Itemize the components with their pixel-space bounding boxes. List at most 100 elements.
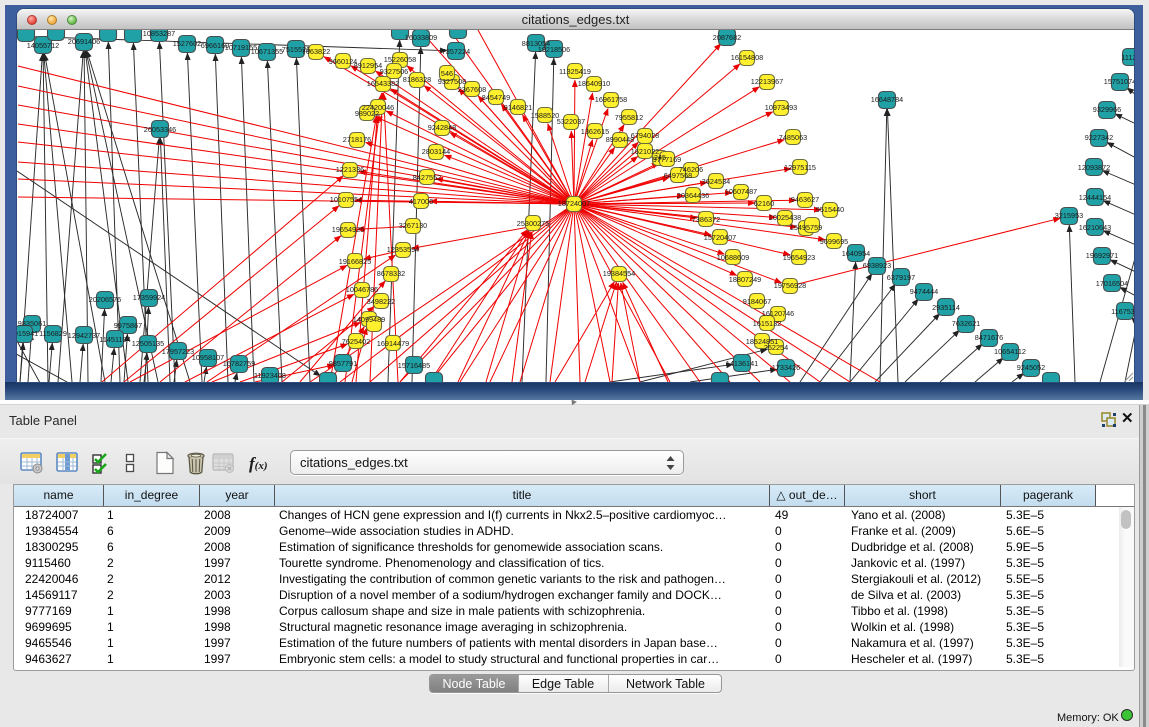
svg-text:10853287: 10853287: [143, 30, 175, 38]
svg-text:16648784: 16648784: [871, 95, 903, 104]
svg-text:19654925: 19654925: [332, 225, 364, 234]
svg-text:8186328: 8186328: [403, 75, 431, 84]
svg-text:14136141: 14136141: [726, 359, 758, 368]
svg-text:1527602: 1527602: [173, 39, 201, 48]
svg-text:19692971: 19692971: [1086, 251, 1118, 260]
svg-text:19654923: 19654923: [783, 253, 815, 262]
svg-text:9975867: 9975867: [114, 321, 142, 330]
svg-text:8471676: 8471676: [975, 333, 1003, 342]
svg-text:16210643: 16210643: [1079, 223, 1111, 232]
svg-text:2935114: 2935114: [932, 303, 960, 312]
svg-text:9184067: 9184067: [743, 297, 771, 306]
svg-text:12444154: 12444154: [1079, 193, 1111, 202]
svg-text:20206576: 20206576: [89, 295, 121, 304]
svg-text:19218506: 19218506: [538, 45, 570, 54]
svg-text:10973493: 10973493: [765, 103, 797, 112]
svg-text:9515440: 9515440: [816, 205, 844, 214]
svg-text:6497568: 6497568: [664, 171, 692, 180]
svg-text:10046786: 10046786: [346, 285, 378, 294]
svg-text:2087682: 2087682: [713, 33, 741, 42]
svg-text:10025438: 10025438: [769, 213, 801, 222]
svg-text:12942737: 12942737: [68, 331, 100, 340]
svg-text:9242848: 9242848: [428, 123, 456, 132]
svg-text:7357224: 7357224: [442, 47, 470, 56]
svg-text:16154808: 16154808: [731, 53, 763, 62]
svg-text:9835061: 9835061: [18, 319, 46, 328]
svg-text:18640910: 18640910: [578, 79, 610, 88]
svg-text:6938923: 6938923: [863, 261, 891, 270]
svg-text:16033809: 16033809: [405, 33, 437, 42]
svg-text:17016504: 17016504: [1096, 279, 1128, 288]
svg-text:10671355: 10671355: [251, 47, 283, 56]
svg-text:12353594: 12353594: [387, 245, 419, 254]
svg-text:15716485: 15716485: [398, 361, 430, 370]
svg-text:26053346: 26053346: [144, 125, 176, 134]
svg-text:12505135: 12505135: [132, 339, 164, 348]
svg-text:417006: 417006: [409, 197, 433, 206]
svg-text:15495759: 15495759: [790, 223, 822, 232]
svg-text:1615132: 1615132: [753, 319, 781, 328]
svg-text:15720407: 15720407: [704, 233, 736, 242]
svg-text:16961758: 16961758: [595, 95, 627, 104]
svg-text:9699695: 9699695: [820, 237, 848, 246]
svg-text:9463627: 9463627: [791, 195, 819, 204]
svg-text:11923468: 11923468: [254, 371, 286, 380]
svg-text:17957223: 17957223: [162, 347, 194, 356]
svg-text:9227342: 9227342: [1085, 133, 1113, 142]
svg-text:7485063: 7485063: [779, 133, 807, 142]
svg-text:3624534: 3624534: [702, 177, 730, 186]
svg-text:7386372: 7386372: [692, 215, 720, 224]
svg-text:1733426: 1733426: [772, 363, 800, 372]
svg-text:10654112: 10654112: [994, 347, 1026, 356]
svg-text:9474444: 9474444: [910, 287, 938, 296]
svg-text:19384554: 19384554: [603, 269, 635, 278]
svg-text:252254: 252254: [764, 343, 788, 352]
svg-text:7663822: 7663822: [302, 47, 330, 56]
svg-text:15226058: 15226058: [384, 55, 416, 64]
svg-text:9777169: 9777169: [653, 155, 681, 164]
svg-text:18807249: 18807249: [729, 275, 761, 284]
svg-text:8454749: 8454749: [482, 93, 510, 102]
svg-text:17359924: 17359924: [133, 293, 165, 302]
svg-text:10107554: 10107554: [330, 195, 362, 204]
svg-text:3498222: 3498222: [367, 297, 395, 306]
svg-text:9245052: 9245052: [1017, 363, 1045, 372]
svg-text:15751074: 15751074: [1104, 77, 1134, 86]
svg-text:16914479: 16914479: [377, 339, 409, 348]
svg-text:7625402: 7625402: [342, 337, 370, 346]
svg-text:989022: 989022: [355, 109, 379, 118]
svg-text:546: 546: [441, 69, 453, 78]
svg-text:14055712: 14055712: [27, 41, 59, 50]
svg-text:12093872: 12093872: [1078, 163, 1110, 172]
svg-text:25300275: 25300275: [517, 219, 549, 228]
svg-text:7632621: 7632621: [952, 319, 980, 328]
svg-text:11121: 11121: [1121, 53, 1134, 62]
svg-text:2718176: 2718176: [343, 135, 371, 144]
svg-text:6379197: 6379197: [887, 273, 915, 282]
svg-text:1167533: 1167533: [1111, 307, 1134, 316]
svg-text:8678332: 8678332: [377, 269, 405, 278]
svg-text:12975115: 12975115: [784, 163, 816, 172]
svg-text:10958107: 10958107: [192, 353, 224, 362]
svg-text:19166825: 19166825: [339, 257, 371, 266]
svg-text:16120746: 16120746: [762, 309, 794, 318]
svg-text:9329966: 9329966: [1093, 105, 1121, 114]
svg-text:20364436: 20364436: [677, 191, 709, 200]
svg-text:1640954: 1640954: [842, 249, 870, 258]
svg-text:9857791: 9857791: [329, 359, 357, 368]
svg-text:20691406: 20691406: [68, 37, 100, 46]
svg-text:14099489: 14099489: [353, 315, 385, 324]
svg-text:1221336: 1221336: [336, 165, 364, 174]
svg-text:3267130: 3267130: [399, 221, 427, 230]
svg-text:18724007: 18724007: [558, 199, 590, 208]
svg-text:8427552: 8427552: [413, 173, 441, 182]
svg-text:7955812: 7955812: [615, 113, 643, 122]
svg-text:11451194: 11451194: [99, 335, 130, 344]
svg-text:8912954: 8912954: [354, 61, 382, 70]
svg-text:10607487: 10607487: [725, 187, 757, 196]
svg-text:1156829: 1156829: [39, 329, 67, 338]
svg-text:2803144: 2803144: [422, 147, 450, 156]
svg-text:12213967: 12213967: [751, 77, 783, 86]
svg-text:11325419: 11325419: [559, 67, 591, 76]
svg-text:16543382: 16543382: [367, 79, 399, 88]
